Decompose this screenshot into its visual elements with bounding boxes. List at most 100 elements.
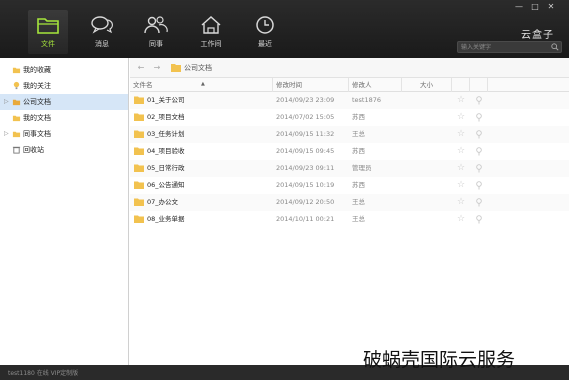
nav-colleagues-label: 同事: [149, 40, 163, 48]
my-folder-icon: [12, 115, 21, 122]
pin-icon[interactable]: [476, 96, 482, 105]
file-name[interactable]: 04_项目验收: [147, 143, 185, 160]
sidebar-item-label: 我的收藏: [23, 66, 51, 74]
company-folder-icon: [12, 99, 21, 106]
pin-icon[interactable]: [476, 181, 482, 190]
star-icon[interactable]: ☆: [457, 211, 465, 228]
file-modified: 2014/09/23 23:09: [276, 96, 335, 104]
file-name[interactable]: 07_办公文: [147, 194, 178, 211]
column-header-star: [452, 78, 470, 92]
column-header-user[interactable]: 修改人: [349, 78, 402, 92]
nav-messages[interactable]: 消息: [82, 10, 122, 54]
folder-icon: [134, 147, 144, 155]
table-row[interactable]: 01_关于公司 2014/09/23 23:09 test1876 ☆: [130, 92, 569, 109]
folder-icon: [134, 113, 144, 121]
search-box[interactable]: [457, 41, 562, 53]
search-icon[interactable]: [551, 43, 559, 51]
file-user: 管理员: [352, 164, 372, 172]
file-name[interactable]: 08_业务单据: [147, 211, 185, 228]
pin-icon[interactable]: [476, 147, 482, 156]
pin-icon[interactable]: [476, 164, 482, 173]
folder-icon: [134, 164, 144, 172]
folder-icon: [134, 181, 144, 189]
table-row[interactable]: 08_业务单据 2014/10/11 00:21 王总 ☆: [130, 211, 569, 228]
file-modified: 2014/09/15 09:45: [276, 147, 335, 155]
star-icon[interactable]: ☆: [457, 92, 465, 109]
table-row[interactable]: 03_任务计划 2014/09/15 11:32 王总 ☆: [130, 126, 569, 143]
sidebar-item-label: 我的关注: [23, 82, 51, 90]
trash-icon: [12, 146, 21, 154]
star-icon[interactable]: ☆: [457, 126, 465, 143]
search-input[interactable]: [461, 42, 549, 52]
sidebar-item-my-docs[interactable]: 我的文档: [0, 110, 128, 126]
expand-arrow-icon[interactable]: ▷: [4, 126, 9, 142]
sidebar-item-company-docs[interactable]: ▷ 公司文档: [0, 94, 128, 110]
sidebar-item-colleague-docs[interactable]: ▷ 同事文档: [0, 126, 128, 142]
star-icon[interactable]: ☆: [457, 109, 465, 126]
file-modified: 2014/10/11 00:21: [276, 215, 335, 223]
sidebar: 我的收藏 我的关注 ▷ 公司文档 我的文档 ▷ 同事文档 回收站: [0, 58, 129, 365]
table-header: 文件名 ▲ 修改时间 修改人 大小: [130, 78, 569, 92]
folder-icon: [37, 18, 59, 34]
back-arrow-icon[interactable]: ←: [136, 63, 146, 73]
pin-icon[interactable]: [476, 130, 482, 139]
table-row[interactable]: 02_项目文档 2014/07/02 15:05 苏西 ☆: [130, 109, 569, 126]
file-modified: 2014/09/23 09:11: [276, 164, 335, 172]
close-icon[interactable]: ✕: [545, 2, 557, 12]
column-header-size[interactable]: 大小: [402, 78, 452, 92]
nav-colleagues[interactable]: 同事: [136, 10, 176, 54]
file-user: 王总: [352, 198, 365, 206]
nav-workspace[interactable]: 工作间: [191, 10, 231, 54]
chat-bubbles-icon: [91, 16, 114, 34]
folder-icon: [134, 130, 144, 138]
people-icon: [144, 16, 168, 34]
star-icon[interactable]: ☆: [457, 160, 465, 177]
nav-files[interactable]: 文件: [28, 10, 68, 54]
table-row[interactable]: 06_公告通知 2014/09/15 10:19 苏西 ☆: [130, 177, 569, 194]
breadcrumb[interactable]: 公司文档: [184, 63, 212, 73]
expand-arrow-icon[interactable]: ▷: [4, 94, 9, 110]
file-user: 苏西: [352, 181, 365, 189]
file-user: test1876: [352, 96, 382, 104]
sidebar-item-recycle-bin[interactable]: 回收站: [0, 142, 128, 158]
folder-icon: [171, 64, 181, 72]
file-name[interactable]: 01_关于公司: [147, 92, 185, 109]
star-icon[interactable]: ☆: [457, 177, 465, 194]
bulb-icon: [13, 81, 20, 90]
pin-icon[interactable]: [476, 215, 482, 224]
sidebar-item-favorites[interactable]: 我的收藏: [0, 62, 128, 78]
column-header-name[interactable]: 文件名 ▲: [130, 78, 273, 92]
table-row[interactable]: 07_办公文 2014/09/12 20:50 王总 ☆: [130, 194, 569, 211]
forward-arrow-icon[interactable]: →: [152, 63, 162, 73]
pin-icon[interactable]: [476, 113, 482, 122]
sort-up-icon: ▲: [201, 81, 205, 87]
file-modified: 2014/07/02 15:05: [276, 113, 335, 121]
pin-icon[interactable]: [476, 198, 482, 207]
table-row[interactable]: 05_日常行政 2014/09/23 09:11 管理员 ☆: [130, 160, 569, 177]
file-name[interactable]: 02_项目文档: [147, 109, 185, 126]
clock-icon: [256, 16, 274, 34]
folder-icon: [134, 198, 144, 206]
maximize-icon[interactable]: □: [529, 2, 541, 12]
status-text: test1180 在线 VIP定制版: [8, 370, 79, 377]
sidebar-item-label: 公司文档: [23, 98, 51, 106]
table-row[interactable]: 04_项目验收 2014/09/15 09:45 苏西 ☆: [130, 143, 569, 160]
star-icon[interactable]: ☆: [457, 194, 465, 211]
file-browser: ← → 公司文档 文件名 ▲ 修改时间 修改人 大小 01_关于公司 2014/…: [130, 58, 569, 365]
nav-files-label: 文件: [41, 40, 55, 48]
sidebar-item-label: 回收站: [23, 146, 44, 154]
top-navigation-bar: 文件 消息 同事 工作间 最近 — □ ✕ 云盒子 输入关键字: [0, 0, 569, 58]
column-header-modified[interactable]: 修改时间: [273, 78, 349, 92]
nav-recent[interactable]: 最近: [245, 10, 285, 54]
nav-messages-label: 消息: [95, 40, 109, 48]
file-name[interactable]: 05_日常行政: [147, 160, 185, 177]
file-name[interactable]: 03_任务计划: [147, 126, 185, 143]
file-user: 王总: [352, 215, 365, 223]
file-modified: 2014/09/15 10:19: [276, 181, 335, 189]
file-name[interactable]: 06_公告通知: [147, 177, 185, 194]
nav-recent-label: 最近: [258, 40, 272, 48]
sidebar-item-following[interactable]: 我的关注: [0, 78, 128, 94]
file-user: 王总: [352, 130, 365, 138]
star-icon[interactable]: ☆: [457, 143, 465, 160]
minimize-icon[interactable]: —: [513, 2, 525, 12]
